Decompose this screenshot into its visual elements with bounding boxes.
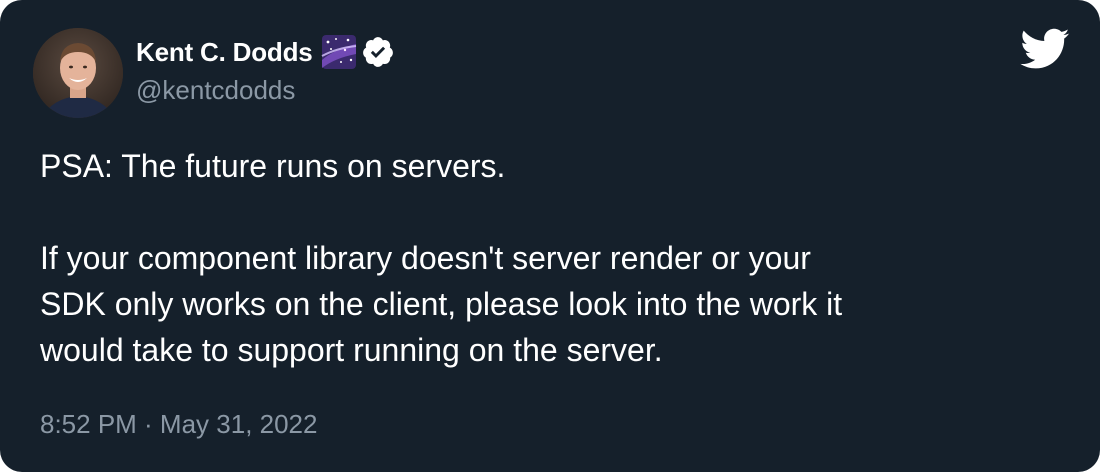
- verified-badge-icon: [361, 35, 395, 69]
- tweet-text: PSA: The future runs on servers. If your…: [40, 143, 1060, 373]
- tweet-card: Kent C. Dodds @kentcdodds PSA: The futur…: [0, 0, 1100, 472]
- tweet-line: would take to support running on the ser…: [40, 332, 663, 368]
- author-name-row: Kent C. Dodds: [136, 32, 395, 72]
- milky-way-emoji-icon: [321, 34, 357, 70]
- tweet-timestamp[interactable]: 8:52 PM · May 31, 2022: [40, 409, 317, 440]
- avatar[interactable]: [33, 28, 123, 118]
- tweet-line: If your component library doesn't server…: [40, 240, 811, 276]
- author-display-name[interactable]: Kent C. Dodds: [136, 37, 313, 68]
- tweet-line: SDK only works on the client, please loo…: [40, 286, 843, 322]
- avatar-photo: [33, 28, 123, 118]
- tweet-paragraph-1: PSA: The future runs on servers.: [40, 148, 506, 184]
- twitter-bird-icon[interactable]: [1018, 28, 1070, 72]
- author-handle[interactable]: @kentcdodds: [136, 75, 295, 106]
